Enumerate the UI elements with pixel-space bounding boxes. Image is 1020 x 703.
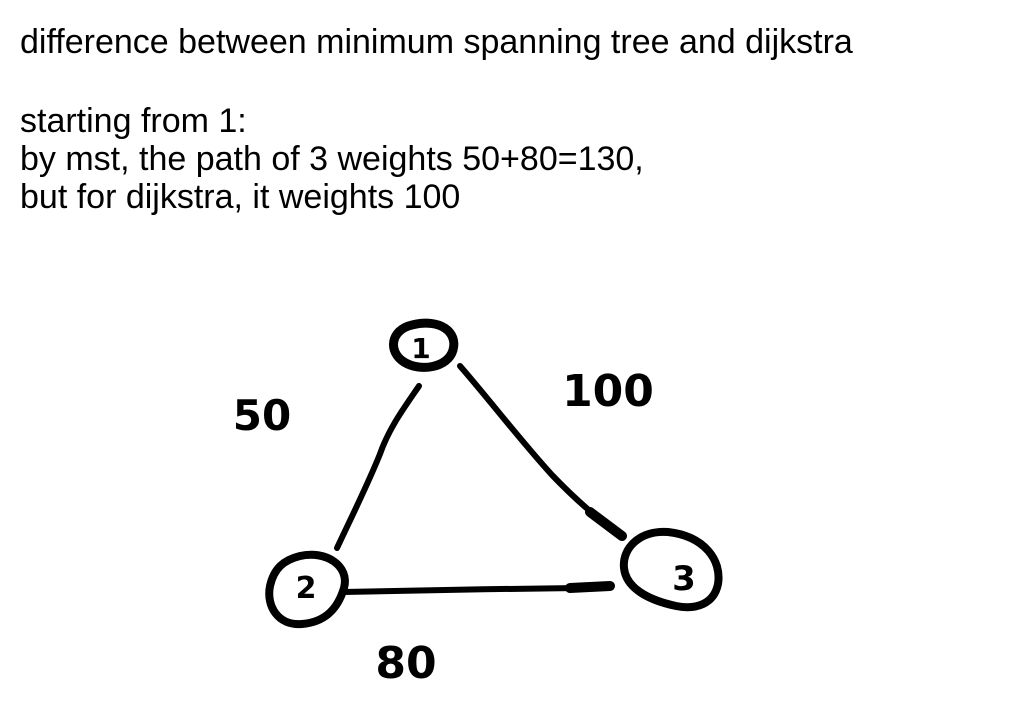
edge-1-3-end — [585, 507, 627, 541]
node-1-label: 1 — [411, 332, 430, 365]
edge-2-3-end — [565, 581, 615, 593]
graph-diagram: 1 2 3 50 100 80 — [233, 318, 723, 689]
node-1: 1 — [389, 318, 459, 372]
node-3: 3 — [619, 527, 723, 612]
node-3-label: 3 — [672, 559, 696, 599]
edge-1-2-weight: 50 — [233, 391, 291, 440]
node-2-label: 2 — [296, 571, 317, 606]
node-2: 2 — [265, 550, 349, 629]
edge-2-3-weight: 80 — [375, 638, 436, 689]
edge-2-3 — [340, 585, 581, 595]
edge-1-3-weight: 100 — [562, 366, 654, 417]
edge-1-2 — [334, 383, 422, 551]
